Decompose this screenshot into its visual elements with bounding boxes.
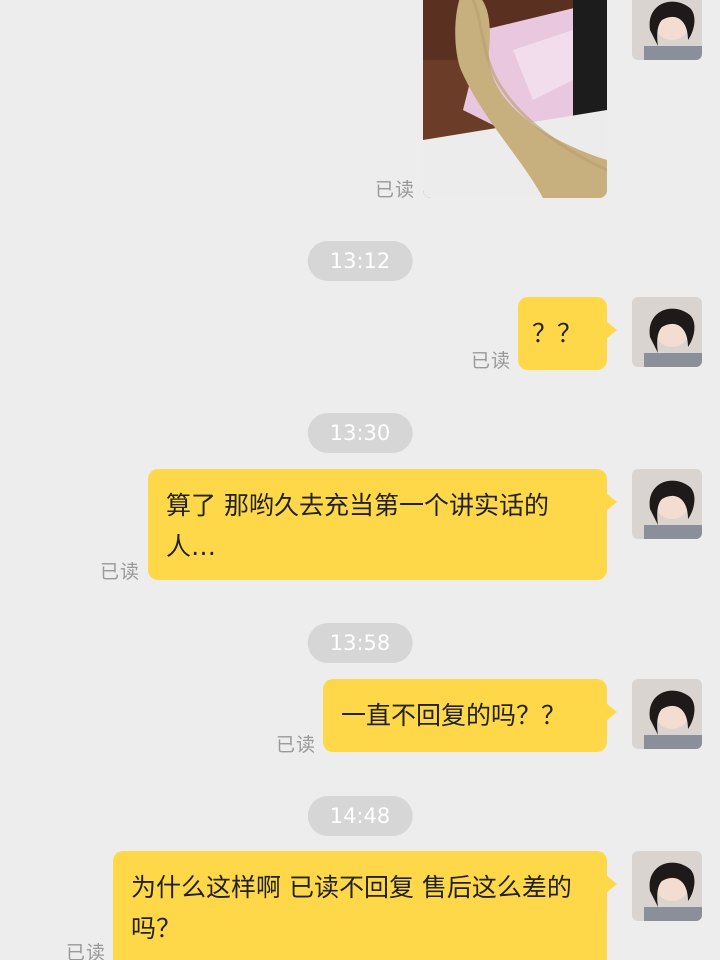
read-receipt: 已读: [471, 350, 512, 372]
avatar-image: [632, 469, 702, 539]
message-text: 一直不回复的吗？？: [341, 701, 567, 730]
message-bubble[interactable]: ？？: [518, 297, 617, 370]
sent-photo-message[interactable]: [423, 0, 607, 198]
leg-photo-image: [423, 0, 607, 198]
timestamp-1312: 13:12: [307, 241, 413, 281]
my-avatar[interactable]: [632, 297, 702, 367]
message-text: 为什么这样啊 已读不回复 售后这么差的吗？: [131, 873, 572, 943]
message-bubble[interactable]: 算了 那哟久去充当第一个讲实话的人…: [148, 469, 617, 580]
read-receipt-photo: 已读: [375, 179, 416, 201]
my-avatar[interactable]: [632, 469, 702, 539]
timestamp-1330: 13:30: [307, 413, 413, 453]
message-bubble[interactable]: 一直不回复的吗？？: [323, 679, 617, 752]
read-receipt: 已读: [100, 561, 141, 583]
avatar-image: [632, 0, 702, 60]
message-text: ？？: [532, 319, 583, 348]
avatar-image: [632, 679, 702, 749]
avatar-image: [632, 297, 702, 367]
read-receipt: 已读: [66, 942, 107, 960]
chat-view[interactable]: 已读 13:12 ？？ 已读 13:30 算了 那哟久去充当第一个讲实话的人… …: [0, 0, 720, 960]
my-avatar[interactable]: [632, 679, 702, 749]
message-bubble[interactable]: 为什么这样啊 已读不回复 售后这么差的吗？: [113, 851, 617, 960]
timestamp-1358: 13:58: [307, 623, 413, 663]
message-text: 算了 那哟久去充当第一个讲实话的人…: [166, 491, 549, 561]
avatar-image: [632, 851, 702, 921]
timestamp-1448: 14:48: [307, 796, 413, 836]
my-avatar[interactable]: [632, 0, 702, 60]
read-receipt: 已读: [276, 734, 317, 756]
my-avatar[interactable]: [632, 851, 702, 921]
